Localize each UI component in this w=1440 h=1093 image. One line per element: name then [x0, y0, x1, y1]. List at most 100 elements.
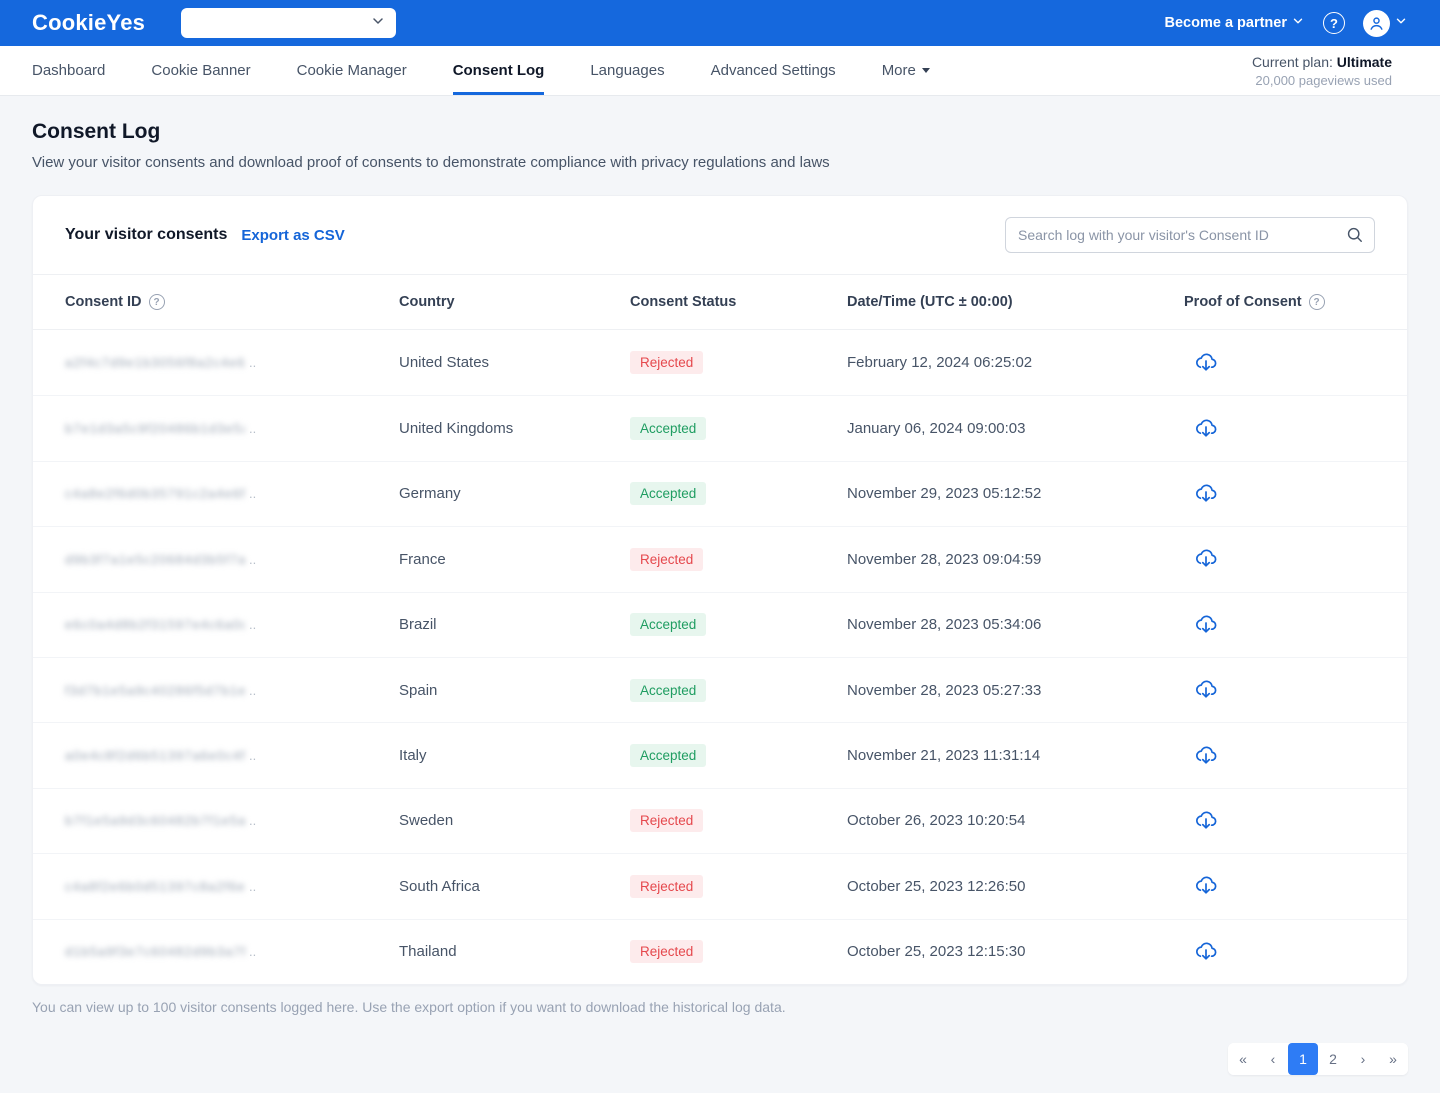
- consent-id-cell: b7f1e5a9d3c60482b7f1e5a9d3 ..: [65, 813, 399, 828]
- nav-item-dashboard[interactable]: Dashboard: [32, 46, 105, 95]
- download-proof-button[interactable]: [1192, 871, 1220, 899]
- status-cell: Accepted: [630, 482, 847, 506]
- main-nav: Dashboard Cookie Banner Cookie Manager C…: [0, 46, 1440, 96]
- chevron-down-icon: [370, 13, 386, 34]
- datetime-cell: October 25, 2023 12:15:30: [847, 943, 1026, 961]
- table-row: a0e4c8f2d6b51397a6e0c4f8d2 .. Italy Acce…: [33, 722, 1407, 787]
- table-header: Consent ID ? Country Consent Status Date…: [33, 274, 1407, 330]
- consent-id-masked: b7e1d3a5c9f20486b1d3e5a7c9: [65, 421, 245, 437]
- become-partner-label: Become a partner: [1164, 15, 1288, 31]
- status-cell: Accepted: [630, 613, 847, 637]
- pagination-first-button[interactable]: «: [1228, 1042, 1258, 1075]
- nav-item-more[interactable]: More: [882, 46, 930, 95]
- pagination: « ‹ 1 2 › »: [1228, 1042, 1408, 1075]
- consent-id-cell: d1b5a9f3e7c60482d9b3a7f1e5 ..: [65, 944, 399, 959]
- pagination-page-1[interactable]: 1: [1288, 1042, 1318, 1075]
- search-icon[interactable]: [1345, 225, 1364, 249]
- pagination-last-button[interactable]: »: [1378, 1042, 1408, 1075]
- consent-id-ellipsis: ..: [249, 748, 257, 764]
- consent-id-masked: b7f1e5a9d3c60482b7f1e5a9d3: [65, 813, 245, 829]
- consent-id-masked: c4a8f2e6b0d51397c8a2f6e0b4: [65, 878, 245, 894]
- consent-id-ellipsis: ..: [249, 421, 257, 437]
- pagination-prev-button[interactable]: ‹: [1258, 1042, 1288, 1075]
- status-cell: Accepted: [630, 744, 847, 768]
- cloud-download-icon: [1196, 746, 1217, 764]
- table-row: c4a8e2f6d0b35791c2a4e6f8d0 .. Germany Ac…: [33, 460, 1407, 526]
- nav-item-advanced-settings[interactable]: Advanced Settings: [711, 46, 836, 95]
- cloud-download-icon: [1196, 484, 1217, 502]
- pagination-page-2[interactable]: 2: [1318, 1042, 1348, 1075]
- consent-id-cell: c4a8e2f6d0b35791c2a4e6f8d0 ..: [65, 486, 399, 501]
- datetime-cell: November 28, 2023 05:34:06: [847, 616, 1042, 634]
- col-consent-id: Consent ID ?: [65, 294, 399, 310]
- domain-select[interactable]: [181, 8, 397, 38]
- consent-id-ellipsis: ..: [249, 682, 257, 698]
- pagination-next-button[interactable]: ›: [1348, 1042, 1378, 1075]
- download-proof-button[interactable]: [1192, 348, 1220, 376]
- download-proof-button[interactable]: [1192, 937, 1220, 965]
- chevron-down-icon: [1291, 14, 1305, 32]
- search-input[interactable]: [1005, 217, 1375, 253]
- status-badge: Rejected: [630, 940, 704, 964]
- cloud-download-icon: [1196, 353, 1217, 371]
- consent-id-ellipsis: ..: [249, 617, 257, 633]
- proof-cell: [1184, 479, 1375, 509]
- status-badge: Accepted: [630, 482, 707, 506]
- consent-id-masked: d9b3f7a1e5c20684d3b5f7a1e5: [65, 551, 245, 567]
- proof-cell: [1184, 348, 1375, 378]
- plan-usage: 20,000 pageviews used: [1255, 72, 1392, 88]
- consent-id-cell: a0e4c8f2d6b51397a6e0c4f8d2 ..: [65, 748, 399, 763]
- col-datetime: Date/Time (UTC ± 00:00): [847, 294, 1013, 310]
- country-cell: United Kingdoms: [399, 420, 514, 438]
- proof-cell: [1184, 544, 1375, 574]
- export-csv-link[interactable]: Export as CSV: [241, 227, 344, 244]
- download-proof-button[interactable]: [1192, 806, 1220, 834]
- plan-info: Current plan: Ultimate 20,000 pageviews …: [1252, 54, 1408, 88]
- datetime-cell: October 25, 2023 12:26:50: [847, 877, 1026, 895]
- table-row: d9b3f7a1e5c20684d3b5f7a1e5 .. France Rej…: [33, 526, 1407, 591]
- country-cell: Germany: [399, 485, 461, 503]
- country-cell: United States: [399, 354, 490, 372]
- cloud-download-icon: [1196, 680, 1217, 698]
- status-cell: Rejected: [630, 547, 847, 571]
- status-cell: Rejected: [630, 809, 847, 833]
- download-proof-button[interactable]: [1192, 741, 1220, 769]
- consent-id-masked: e6c0a4d8b2f31597e4c6a0d8b2: [65, 617, 245, 633]
- nav-items: Dashboard Cookie Banner Cookie Manager C…: [32, 46, 930, 95]
- cloud-download-icon: [1196, 942, 1217, 960]
- consent-id-help-icon[interactable]: ?: [148, 294, 165, 310]
- nav-item-cookie-manager[interactable]: Cookie Manager: [297, 46, 407, 95]
- proof-help-icon[interactable]: ?: [1308, 294, 1325, 310]
- table-row: a2f4c7d9e1b3056f8a2c4e6d9b .. United Sta…: [33, 330, 1407, 395]
- status-cell: Rejected: [630, 351, 847, 375]
- status-badge: Rejected: [630, 547, 704, 571]
- country-cell: France: [399, 550, 446, 568]
- nav-item-languages[interactable]: Languages: [590, 46, 664, 95]
- download-proof-button[interactable]: [1192, 675, 1220, 703]
- nav-item-cookie-banner[interactable]: Cookie Banner: [151, 46, 250, 95]
- nav-item-consent-log[interactable]: Consent Log: [452, 46, 545, 95]
- topbar: CookieYes Become a partner ?: [0, 0, 1440, 46]
- cookieyes-logo: CookieYes: [32, 10, 146, 35]
- main-content: Consent Log View your visitor consents a…: [0, 96, 1440, 1075]
- datetime-cell: January 06, 2024 09:00:03: [847, 420, 1026, 438]
- become-partner-link[interactable]: Become a partner: [1165, 14, 1306, 32]
- log-limit-note: You can view up to 100 visitor consents …: [32, 998, 786, 1015]
- consent-id-ellipsis: ..: [249, 355, 257, 371]
- download-proof-button[interactable]: [1192, 414, 1220, 442]
- consent-id-masked: a2f4c7d9e1b3056f8a2c4e6d9b: [65, 355, 245, 371]
- cloud-download-icon: [1196, 615, 1217, 633]
- country-cell: Italy: [399, 747, 427, 765]
- plan-label: Current plan:: [1251, 53, 1333, 70]
- table-row: d1b5a9f3e7c60482d9b3a7f1e5 .. Thailand R…: [33, 918, 1407, 984]
- download-proof-button[interactable]: [1192, 610, 1220, 638]
- download-proof-button[interactable]: [1192, 479, 1220, 507]
- consent-id-masked: c4a8e2f6d0b35791c2a4e6f8d0: [65, 486, 245, 502]
- status-badge: Accepted: [630, 613, 707, 637]
- account-menu[interactable]: [1363, 9, 1408, 37]
- consent-id-ellipsis: ..: [249, 813, 257, 829]
- datetime-cell: November 28, 2023 05:27:33: [847, 681, 1042, 699]
- plan-value: Ultimate: [1336, 53, 1392, 70]
- download-proof-button[interactable]: [1192, 544, 1220, 572]
- help-icon[interactable]: ?: [1323, 12, 1345, 34]
